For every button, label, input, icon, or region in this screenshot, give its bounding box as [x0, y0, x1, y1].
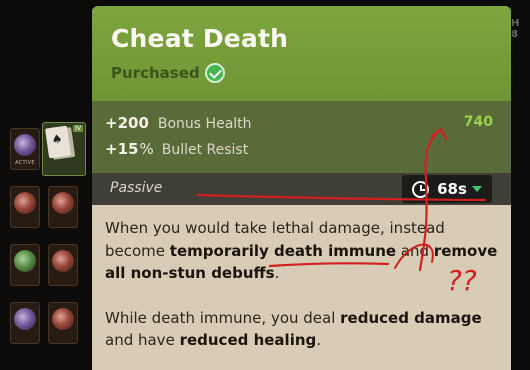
- inventory-slot[interactable]: [48, 302, 78, 344]
- description-text: .: [316, 331, 322, 349]
- inventory-slot[interactable]: [10, 186, 40, 228]
- stat-bonuses: +200 Bonus Health +15% Bullet Resist 740: [92, 101, 511, 173]
- tier-badge: IV: [73, 125, 83, 132]
- item-title: Cheat Death: [111, 24, 289, 53]
- keyword-highlight: temporarily death immune: [169, 241, 397, 260]
- inventory-slot[interactable]: [10, 302, 40, 344]
- purchase-status-label: Purchased: [111, 64, 200, 82]
- cooldown-time: 68s: [437, 180, 467, 198]
- item-inventory-strip: ACTIVE IV: [0, 120, 94, 370]
- inventory-slot[interactable]: [10, 244, 40, 286]
- description-text: While death immune, you deal: [105, 308, 341, 327]
- vortex-icon: [14, 134, 36, 156]
- stat-amount: 15: [117, 140, 139, 158]
- hand-icon: [14, 308, 36, 330]
- inventory-slot[interactable]: ACTIVE: [10, 128, 40, 170]
- stat-amount: 200: [117, 114, 149, 132]
- stat-row-bonus-health: +200 Bonus Health: [105, 114, 252, 132]
- stat-row-bullet-resist: +15% Bullet Resist: [105, 140, 248, 158]
- description-paragraph: When you would take lethal damage, inste…: [105, 217, 500, 285]
- inventory-slot[interactable]: [48, 186, 78, 228]
- purchase-status: Purchased: [111, 63, 225, 83]
- passive-section-bar: Passive 68s: [92, 173, 511, 205]
- check-circle-icon: [204, 63, 225, 83]
- item-tooltip: Cheat Death Purchased +200 Bonus Health …: [92, 6, 511, 370]
- inventory-slot[interactable]: [48, 244, 78, 286]
- offscreen-ui-fragment: H 8: [511, 18, 530, 58]
- description-text: .: [274, 264, 280, 282]
- crest-icon: [52, 308, 74, 330]
- hand-icon: [14, 192, 36, 214]
- stat-label: Bullet Resist: [161, 142, 249, 158]
- edge-letter: H: [511, 18, 520, 29]
- mask-icon: [52, 192, 74, 214]
- description-text: and have: [105, 331, 180, 349]
- description-paragraph: While death immune, you deal reduced dam…: [105, 307, 500, 352]
- stat-total-value: 740: [463, 114, 493, 130]
- edge-letter: 8: [511, 29, 518, 40]
- description-text: and: [396, 241, 434, 260]
- stat-sign: +: [105, 114, 118, 132]
- hand-icon: [14, 250, 36, 272]
- stat-sign: +: [105, 140, 118, 158]
- cooldown-indicator[interactable]: 68s: [402, 175, 492, 203]
- orb-icon: [52, 250, 74, 272]
- playing-cards-icon: [45, 125, 71, 159]
- passive-label: Passive: [110, 180, 163, 196]
- caret-down-icon: [471, 186, 482, 192]
- stat-label: Bonus Health: [157, 116, 252, 132]
- keyword-highlight: reduced healing: [179, 331, 317, 349]
- inventory-slot-selected[interactable]: IV: [42, 122, 86, 176]
- clock-icon: [412, 180, 430, 198]
- keyword-highlight: reduced damage: [340, 308, 482, 327]
- ability-description: When you would take lethal damage, inste…: [105, 217, 500, 370]
- stat-unit: %: [139, 140, 154, 158]
- tooltip-header: Cheat Death Purchased: [92, 6, 511, 101]
- game-screen: ACTIVE IV H 8 Cheat Death: [0, 0, 530, 370]
- slot-tag: ACTIVE: [15, 160, 35, 166]
